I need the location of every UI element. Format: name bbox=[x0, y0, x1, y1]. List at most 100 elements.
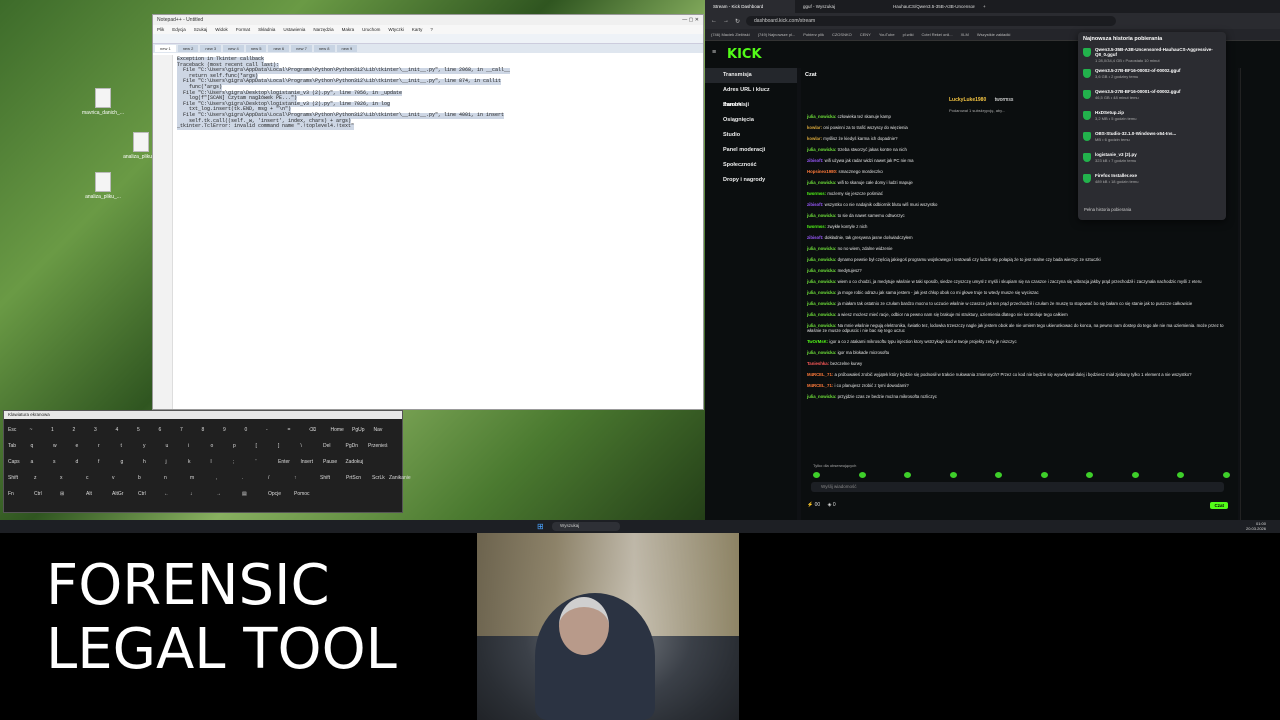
full-history-link[interactable]: Pełna historia pobierania bbox=[1084, 207, 1131, 212]
keyboard-key[interactable]: ; bbox=[233, 459, 234, 465]
start-icon[interactable]: ⊞ bbox=[537, 522, 546, 531]
chat-username[interactable]: julia_nowicka: bbox=[807, 290, 836, 295]
bookmark-item[interactable]: Cctel Rekei onli... bbox=[921, 32, 952, 37]
notepad-tab[interactable]: new 7 bbox=[291, 45, 312, 52]
chat-username[interactable]: julia_nowicka: bbox=[807, 312, 836, 317]
notepad-tab[interactable]: new 2 bbox=[177, 45, 199, 52]
notepad-tab[interactable]: new 3 bbox=[200, 45, 222, 52]
keyboard-key[interactable]: ' bbox=[256, 459, 257, 465]
sidebar-item[interactable]: Osiągnięcia bbox=[705, 113, 797, 128]
sidebar-item[interactable]: Zarobki bbox=[705, 98, 797, 113]
keyboard-key[interactable]: n bbox=[164, 475, 167, 481]
notepad-tab[interactable]: new 4 bbox=[223, 45, 244, 52]
keyboard-key[interactable]: t bbox=[121, 443, 122, 449]
notepad-toolbar[interactable] bbox=[153, 34, 703, 44]
keyboard-key[interactable]: Esc bbox=[8, 427, 16, 433]
keyboard-key[interactable]: Fn bbox=[8, 491, 14, 497]
menu-item[interactable]: Plik bbox=[157, 27, 164, 32]
download-item[interactable]: OBS-Studio-32.1.0-Windows-x64-Ins... MB •… bbox=[1083, 131, 1221, 152]
menu-item[interactable]: Ustawienia bbox=[283, 27, 305, 32]
keyboard-key[interactable]: k bbox=[188, 459, 191, 465]
pinned-gift-banner[interactable]: LuckyLuke1980 twormss Podarował 1 subskr… bbox=[949, 88, 1089, 113]
chat-username[interactable]: julia_nowicka: bbox=[807, 180, 836, 185]
emote-icon[interactable] bbox=[1177, 472, 1185, 478]
keyboard-key[interactable]: PgUp bbox=[352, 427, 365, 433]
reload-icon[interactable]: ↻ bbox=[735, 18, 740, 25]
chat-username[interactable]: julia_nowicka: bbox=[807, 213, 836, 218]
keyboard-key[interactable]: p bbox=[233, 443, 236, 449]
kick-logo[interactable]: KICK bbox=[727, 47, 762, 62]
keyboard-key[interactable]: → bbox=[216, 491, 221, 497]
emote-icon[interactable] bbox=[995, 472, 1003, 478]
notepad-editor[interactable]: Exception in Tkinter callback Traceback (… bbox=[153, 55, 703, 409]
browser-tab[interactable]: HauhauCS/Qwen3.5-35B-A3B-Uncensored bbox=[885, 0, 975, 13]
keyboard-key[interactable]: Tab bbox=[8, 443, 16, 449]
menu-item[interactable]: Makra bbox=[342, 27, 355, 32]
emote-icon[interactable] bbox=[1131, 472, 1139, 478]
keyboard-key[interactable]: Nav bbox=[374, 427, 383, 433]
keyboard-key[interactable]: h bbox=[143, 459, 146, 465]
menu-item[interactable]: Szukaj bbox=[194, 27, 208, 32]
desktop-icon[interactable]: analiza_pliku_... bbox=[80, 172, 126, 200]
keyboard-key[interactable]: Zadokuj bbox=[346, 459, 364, 465]
code-area[interactable]: Exception in Tkinter callback Traceback (… bbox=[173, 55, 703, 409]
bookmark-item[interactable]: pl.wiki bbox=[903, 32, 914, 37]
bookmark-item[interactable]: CENY bbox=[860, 32, 871, 37]
chat-username[interactable]: julia_nowicka: bbox=[807, 301, 836, 306]
chat-username[interactable]: M4RCEL_71: bbox=[807, 372, 833, 377]
keyboard-key[interactable]: Enter bbox=[278, 459, 290, 465]
emote-icon[interactable] bbox=[949, 472, 957, 478]
chat-username[interactable]: M4RCEL_71: bbox=[807, 383, 833, 388]
keyboard-key[interactable]: l bbox=[211, 459, 212, 465]
keyboard-key[interactable]: m bbox=[190, 475, 194, 481]
bookmark-item[interactable]: (746) Maciek Zieliński bbox=[711, 32, 750, 37]
menu-item[interactable]: Składnia bbox=[258, 27, 275, 32]
bookmark-item[interactable]: (749) Najnowsze pl... bbox=[758, 32, 796, 37]
chat-username[interactable]: julia_nowicka: bbox=[807, 394, 836, 399]
keyboard-key[interactable]: 0 bbox=[245, 427, 248, 433]
downloads-panel[interactable]: Najnowsza historia pobierania Qwen3.5-35… bbox=[1078, 32, 1226, 220]
download-item[interactable]: HxDSetup.zip 3,2 MB • 5 godzin temu bbox=[1083, 110, 1221, 131]
keyboard-key[interactable]: 5 bbox=[137, 427, 140, 433]
keyboard-key[interactable]: f bbox=[98, 459, 99, 465]
keyboard-key[interactable]: ⌫ bbox=[309, 427, 316, 433]
keyboard-key[interactable]: 2 bbox=[73, 427, 76, 433]
keyboard-key[interactable]: Przenieś bbox=[368, 443, 387, 449]
keyboard-key[interactable]: AltGr bbox=[112, 491, 123, 497]
keyboard-key[interactable]: ScrLk bbox=[372, 475, 385, 481]
keyboard-key[interactable]: Shift bbox=[8, 475, 18, 481]
window-controls[interactable]: — ▢ ✕ bbox=[682, 17, 699, 23]
sidebar-item[interactable]: Studio bbox=[705, 128, 797, 143]
keyboard-key[interactable]: u bbox=[166, 443, 169, 449]
chat-username[interactable]: twormss: bbox=[807, 191, 826, 196]
keyboard-key[interactable]: Opcje bbox=[268, 491, 281, 497]
menu-item[interactable]: Format bbox=[236, 27, 250, 32]
chat-username[interactable]: julia_nowicka: bbox=[807, 323, 836, 328]
keyboard-key[interactable]: 9 bbox=[223, 427, 226, 433]
taskbar-search[interactable]: Wyszukaj bbox=[552, 522, 620, 531]
download-item[interactable]: logistanie_v3 (2).py 323 kB • 7 godzin te… bbox=[1083, 152, 1221, 173]
chat-username[interactable]: Tanieshka: bbox=[807, 361, 829, 366]
keyboard-key[interactable]: 7 bbox=[180, 427, 183, 433]
browser-tab[interactable]: + bbox=[975, 0, 1065, 13]
keyboard-key[interactable]: i bbox=[188, 443, 189, 449]
keyboard-key[interactable]: b bbox=[138, 475, 141, 481]
keyboard-key[interactable]: r bbox=[98, 443, 100, 449]
keyboard-key[interactable]: j bbox=[166, 459, 167, 465]
menu-item[interactable]: ? bbox=[430, 27, 433, 32]
on-screen-keyboard[interactable]: Klawiatura ekranowa Esc ~1 2 3 4 5 6 7 8 9 0 - = ⌫ Hom… bbox=[3, 410, 411, 513]
keyboard-key[interactable]: x bbox=[60, 475, 63, 481]
keyboard-key[interactable]: ] bbox=[278, 443, 279, 449]
keyboard-key[interactable]: ▤ bbox=[242, 491, 247, 497]
chat-input[interactable]: Wyślij wiadomość bbox=[811, 482, 1224, 492]
keyboard-key[interactable]: d bbox=[76, 459, 79, 465]
keyboard-key[interactable]: 4 bbox=[116, 427, 119, 433]
download-item[interactable]: Qwen3.5-27B-BF16-00001-of-00002.gguf 46,5… bbox=[1083, 89, 1221, 110]
keyboard-key[interactable]: Insert bbox=[301, 459, 314, 465]
notepad-tab[interactable]: new 8 bbox=[313, 45, 335, 52]
keyboard-key[interactable]: y bbox=[143, 443, 146, 449]
emote-icon[interactable] bbox=[1086, 472, 1094, 478]
keyboard-key[interactable]: PrtScn bbox=[346, 475, 361, 481]
menu-item[interactable]: Narzędzia bbox=[313, 27, 333, 32]
menu-item[interactable]: Edycja bbox=[172, 27, 186, 32]
